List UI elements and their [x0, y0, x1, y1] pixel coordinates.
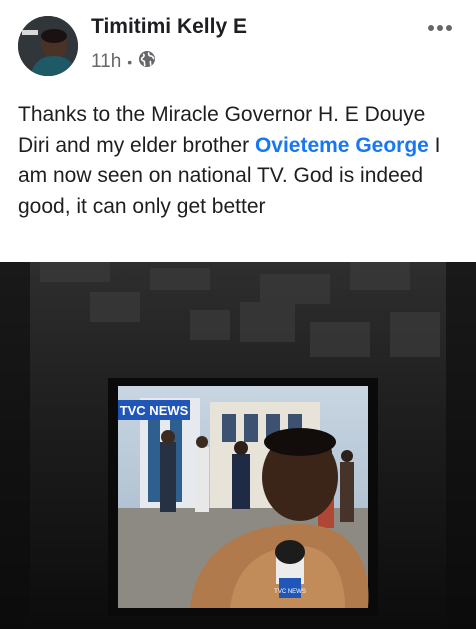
globe-icon — [138, 50, 156, 74]
post-text: Thanks to the Miracle Governor H. E Douy… — [18, 100, 458, 222]
post-time[interactable]: 11h — [91, 51, 121, 73]
avatar[interactable] — [18, 16, 78, 76]
tv-channel-logo: TVC NEWS — [120, 403, 189, 418]
mic-label: TVC NEWS — [274, 589, 306, 595]
post-header: Timitimi Kelly E 11h • — [0, 0, 476, 90]
meta-separator: • — [127, 54, 133, 70]
author-name[interactable]: Timitimi Kelly E — [91, 15, 247, 39]
mention-link[interactable]: Ovieteme George — [255, 134, 429, 157]
more-options-icon[interactable] — [424, 14, 456, 42]
post-photo[interactable]: TVC NEWS TVC NEWS — [0, 262, 476, 629]
post-meta: 11h • — [91, 50, 156, 74]
